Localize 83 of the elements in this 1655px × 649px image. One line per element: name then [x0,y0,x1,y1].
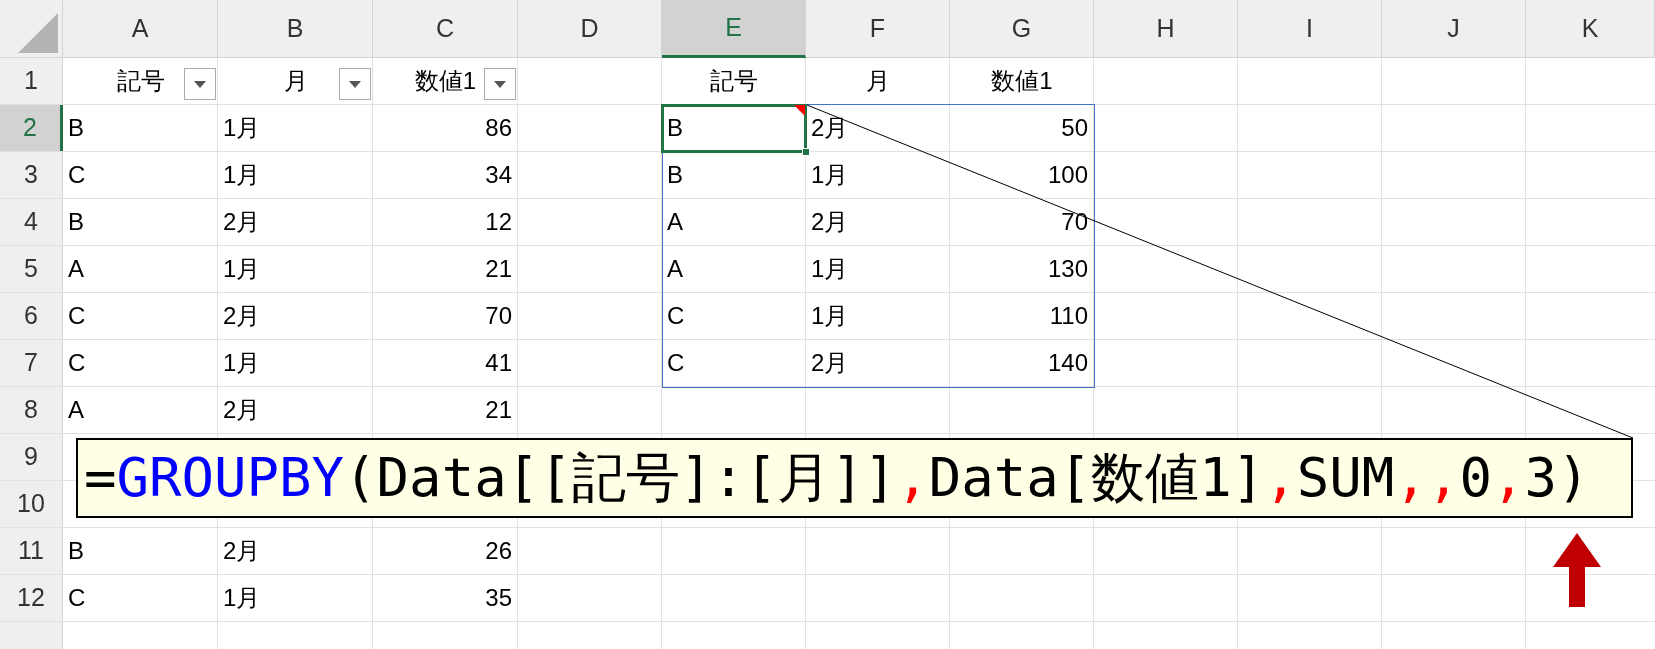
row-header[interactable]: 9 [0,434,63,480]
row-header[interactable]: 2 [0,105,63,151]
cell-text: 100 [1047,160,1088,190]
cell-text: 2月 [811,207,849,237]
caret-icon [494,80,506,88]
row-header[interactable]: 8 [0,387,63,433]
header-cell-text: 数値1 [991,66,1053,96]
cell-text: 1月 [223,254,261,284]
cell-text: 1月 [811,160,849,190]
column-header[interactable]: H [1094,0,1238,58]
header-cell-text: 記号 [116,66,165,96]
column-header[interactable]: K [1526,0,1655,58]
cell-text: C [68,348,86,378]
cell-text: 1月 [223,348,261,378]
header-cell-text: 数値1 [414,66,477,96]
cell-text: A [68,254,84,284]
column-header[interactable]: I [1238,0,1382,58]
cell-text: A [68,395,84,425]
cell-text: 140 [1047,348,1088,378]
column-header[interactable]: B [218,0,373,58]
cell-text: 26 [485,536,512,566]
row-header[interactable]: 5 [0,246,63,292]
cell-text: 1月 [223,583,261,613]
cell-text: 2月 [811,113,849,143]
cell-text: 130 [1047,254,1088,284]
header-cell-text: 月 [866,66,890,96]
cell-text: C [68,583,86,613]
cell-text: 1月 [223,160,261,190]
column-header[interactable]: C [373,0,518,58]
column-header[interactable]: A [63,0,218,58]
cell-text: 1月 [811,254,849,284]
row-header[interactable]: 12 [0,575,63,621]
row-header[interactable]: 1 [0,58,63,104]
cell-text: 2月 [223,207,261,237]
formula-text: =GROUPBY(Data[[記号]:[月]],Data[数値1],SUM,,0,3) [84,446,1590,510]
cell-text: B [68,536,84,566]
cell-text: C [667,348,685,378]
cell-text: 21 [485,395,512,425]
filter-button[interactable] [339,68,371,100]
cell-text: 50 [1061,113,1088,143]
filter-button[interactable] [484,68,516,100]
cell-text: C [667,301,685,331]
cell-text: B [68,207,84,237]
up-arrow-icon [1553,533,1601,607]
row-header[interactable]: 3 [0,152,63,198]
column-header[interactable]: G [950,0,1094,58]
cell-text: 110 [1049,301,1088,331]
cell-text: 34 [485,160,512,190]
row-header[interactable]: 4 [0,199,63,245]
cell-text: 2月 [811,348,849,378]
cell-text: B [667,113,683,143]
cell-text: B [68,113,84,143]
caret-icon [349,80,361,88]
cell-text: A [667,207,683,237]
cell-text: 41 [485,348,512,378]
cell-text: 35 [485,583,512,613]
header-cell-text: 記号 [710,66,758,96]
row-header[interactable]: 6 [0,293,63,339]
cell-text: C [68,301,86,331]
cell-text: C [68,160,86,190]
cell-text: 1月 [223,113,261,143]
column-header[interactable]: J [1382,0,1526,58]
cell-text: 2月 [223,536,261,566]
row-header[interactable]: 11 [0,528,63,574]
cell-text: 70 [1061,207,1088,237]
cell-text: 86 [485,113,512,143]
cell-text: 2月 [223,301,261,331]
header-cell-text: 月 [283,66,308,96]
column-header[interactable]: F [806,0,950,58]
filter-button[interactable] [184,68,216,100]
cell-text: 1月 [811,301,849,331]
cell-text: 12 [485,207,512,237]
cell-text: B [667,160,683,190]
cell-text: 70 [485,301,512,331]
cell-text: 2月 [223,395,261,425]
caret-icon [194,80,206,88]
cell-text: A [667,254,683,284]
column-header[interactable]: D [518,0,662,58]
row-header[interactable]: 7 [0,340,63,386]
fill-handle[interactable] [802,148,810,156]
row-header[interactable]: 10 [0,481,63,527]
cell-text: 21 [485,254,512,284]
column-header[interactable]: E [662,0,806,58]
